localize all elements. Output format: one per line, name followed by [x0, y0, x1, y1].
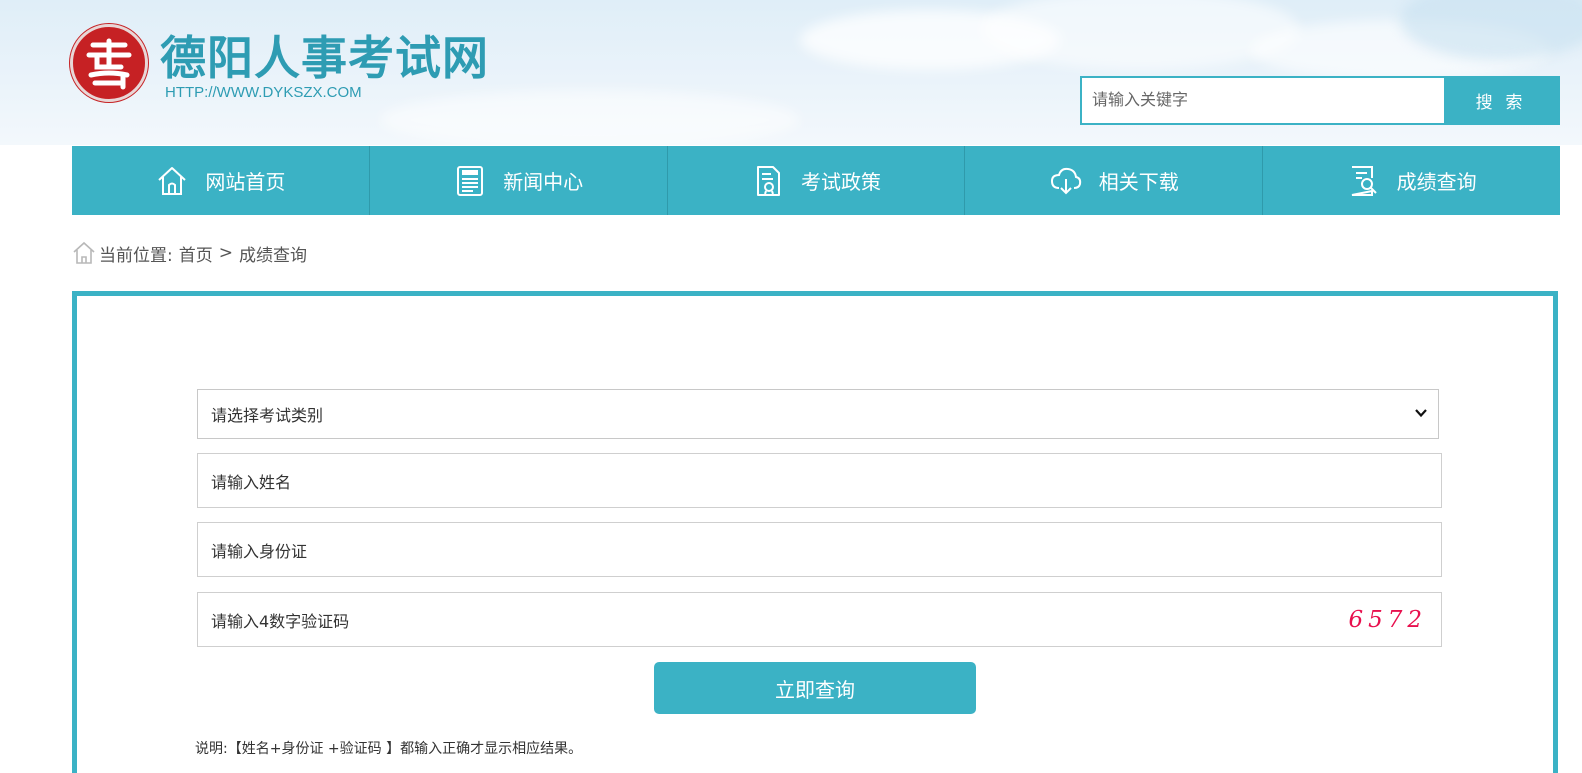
- nav-label: 网站首页: [205, 170, 286, 194]
- site-logo[interactable]: 德阳人事考试网 HTTP://WWW.DYKSZX.COM: [70, 22, 490, 104]
- cloud-download-icon: [1050, 167, 1081, 194]
- name-field[interactable]: 请输入姓名: [197, 453, 1442, 508]
- nav-item-home[interactable]: 网站首页: [72, 146, 370, 215]
- id-placeholder: 请输入身份证: [211, 541, 308, 561]
- breadcrumb: 当前位置: 首页 > 成绩查询: [72, 240, 307, 266]
- name-placeholder: 请输入姓名: [211, 472, 292, 492]
- nav-label: 相关下载: [1098, 170, 1179, 194]
- nav-label: 考试政策: [800, 170, 881, 194]
- nav-item-score[interactable]: 成绩查询: [1263, 146, 1560, 215]
- breadcrumb-home-link[interactable]: 首页: [179, 241, 213, 266]
- captcha-placeholder: 请输入4数字验证码: [211, 611, 350, 631]
- id-card-field[interactable]: 请输入身份证: [197, 522, 1442, 577]
- news-icon: [457, 165, 484, 196]
- search-button[interactable]: 搜 索: [1444, 78, 1558, 123]
- query-panel: 请选择考试类别 请输入姓名 请输入身份证 请输入4数字验证码 6572 立即查询…: [72, 291, 1558, 773]
- instruction-note: 说明:【姓名+身份证 +验证码 】都输入正确才显示相应结果。: [195, 741, 583, 757]
- captcha-image[interactable]: 6572: [1348, 607, 1427, 633]
- exam-type-selected: 请选择考试类别: [211, 406, 324, 425]
- captcha-field[interactable]: 请输入4数字验证码 6572: [197, 592, 1442, 647]
- home-icon: [158, 166, 187, 195]
- search-bar: 搜 索: [1080, 76, 1560, 125]
- search-document-icon: [1351, 165, 1377, 196]
- submit-query-button[interactable]: 立即查询: [654, 662, 976, 714]
- nav-label: 新闻中心: [503, 170, 584, 194]
- nav-item-download[interactable]: 相关下载: [965, 146, 1264, 215]
- search-input[interactable]: [1082, 78, 1444, 123]
- nav-item-policy[interactable]: 考试政策: [668, 146, 966, 215]
- breadcrumb-current: 成绩查询: [238, 245, 307, 266]
- home-icon: [73, 241, 95, 264]
- breadcrumb-prefix: 当前位置:: [99, 245, 173, 266]
- nav-label: 成绩查询: [1396, 170, 1477, 194]
- site-title: 德阳人事考试网: [160, 31, 489, 85]
- nav-item-news[interactable]: 新闻中心: [370, 146, 668, 215]
- chevron-down-icon: [1415, 409, 1427, 418]
- exam-type-select[interactable]: 请选择考试类别: [197, 389, 1439, 439]
- seal-icon: [70, 24, 148, 102]
- breadcrumb-separator: >: [218, 243, 233, 263]
- site-url: HTTP://WWW.DYKSZX.COM: [165, 84, 362, 101]
- main-nav: 网站首页 新闻中心 考试政策 相关下载 成绩查询: [72, 146, 1560, 215]
- document-icon: [756, 165, 780, 196]
